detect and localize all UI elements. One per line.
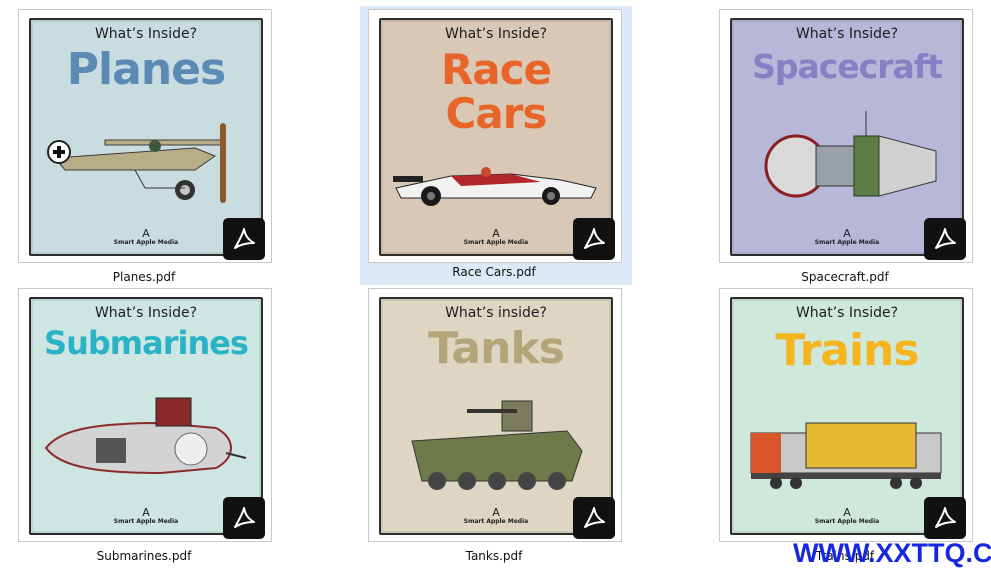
cover-title: Spacecraft (752, 47, 943, 86)
pdf-icon (573, 497, 615, 539)
plane-illustration (47, 123, 226, 203)
cover-title: Tanks (428, 323, 565, 374)
cover-title: Trains (775, 325, 919, 376)
cover-series-label: What’s inside? (445, 305, 547, 321)
file-thumbnail[interactable]: What’s Inside? Planes A Smart Apple Media (18, 9, 272, 263)
file-thumbnail[interactable]: What’s Inside? Trains A Smart Apple Media (719, 288, 973, 542)
tank-illustration (411, 400, 583, 490)
cover-series-label: What’s Inside? (444, 26, 548, 42)
file-name-label[interactable]: Spacecraft.pdf (719, 270, 971, 284)
pdf-icon (223, 218, 265, 260)
submarine-illustration (44, 397, 247, 475)
cover-series-label: What’s Inside? (795, 305, 899, 321)
cover-title: Planes (66, 44, 226, 95)
race-car-illustration (393, 167, 597, 206)
pdf-icon (924, 497, 966, 539)
file-thumbnail[interactable]: What’s inside? Tanks A Smart Apple Media (368, 288, 622, 542)
cover-series-label: What’s Inside? (795, 26, 899, 42)
file-thumbnail[interactable]: What’s Inside? Spacecraft A Smart Apple M… (719, 9, 973, 263)
file-name-label[interactable]: Submarines.pdf (18, 549, 270, 563)
train-illustration (750, 422, 942, 489)
cover-series-label: What’s Inside? (94, 26, 198, 42)
cover-title: Race Cars (440, 45, 552, 138)
file-tile-planes[interactable]: What’s Inside? Planes A Smart Apple Media… (18, 9, 288, 291)
file-thumbnail[interactable]: What’s Inside? Race Cars A Smart Apple Med… (368, 9, 622, 263)
file-tile-submarines[interactable]: What’s Inside? Submarines A Smart Apple M… (18, 288, 288, 570)
file-tile-trains[interactable]: What’s Inside? Trains A Smart Apple Media… (719, 288, 989, 570)
cover-series-label: What’s Inside? (94, 305, 198, 321)
file-name-label[interactable]: Tanks.pdf (368, 549, 620, 563)
spacecraft-illustration (764, 111, 937, 198)
pdf-icon (573, 218, 615, 260)
file-thumbnail[interactable]: What’s Inside? Submarines A Smart Apple M… (18, 288, 272, 542)
file-tile-tanks[interactable]: What’s inside? Tanks A Smart Apple Media … (368, 288, 638, 570)
file-name-label[interactable]: Race Cars.pdf (368, 265, 620, 279)
pdf-icon (223, 497, 265, 539)
file-tile-spacecraft[interactable]: What’s Inside? Spacecraft A Smart Apple M… (719, 9, 989, 291)
cover-title: Submarines (44, 324, 249, 362)
watermark-text: WWW.XXTTQ.COM (793, 538, 991, 568)
pdf-icon (924, 218, 966, 260)
file-tile-race-cars[interactable]: What’s Inside? Race Cars A Smart Apple Med… (360, 6, 632, 285)
file-name-label[interactable]: Planes.pdf (18, 270, 270, 284)
